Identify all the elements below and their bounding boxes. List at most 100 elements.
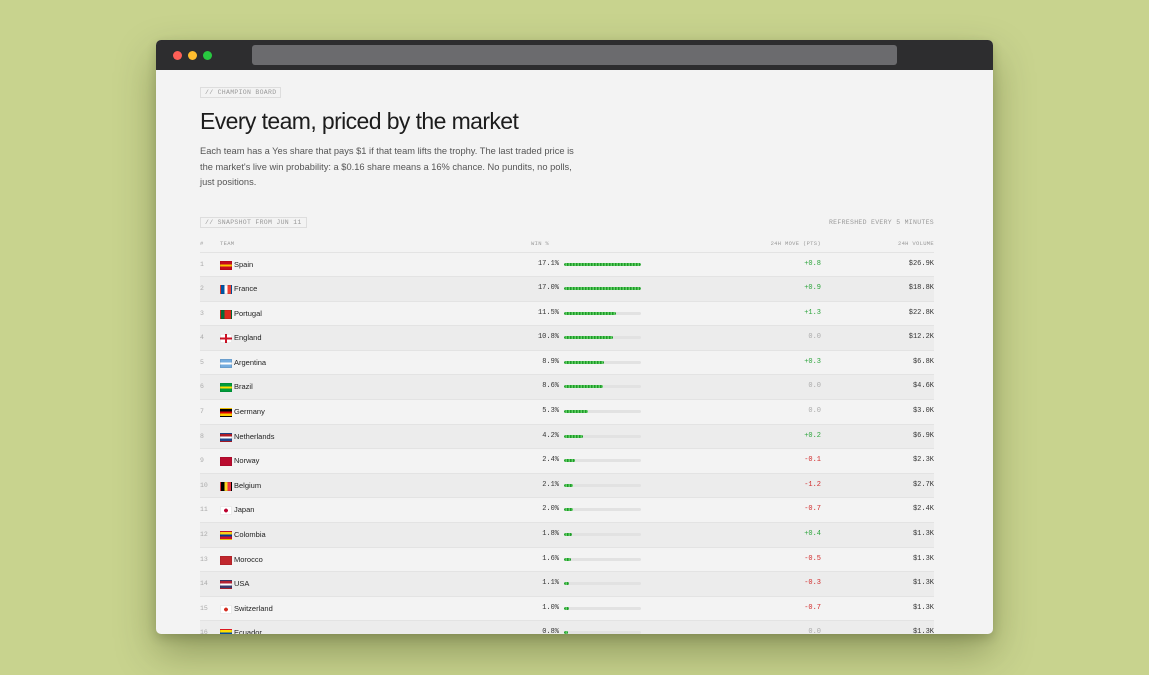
table-row[interactable]: 14 USA 1.1% -0.3 $1.3K xyxy=(200,572,934,597)
price-move: -0.3 xyxy=(804,579,821,588)
snapshot-tag: // SNAPSHOT FROM JUN 11 xyxy=(200,216,307,228)
table-row[interactable]: 7 Germany 5.3% 0.0 $3.0K xyxy=(200,400,934,425)
team-name[interactable]: Japan xyxy=(234,505,254,514)
table-row[interactable]: 9 Norway 2.4% -0.1 $2.3K xyxy=(200,449,934,474)
table-row[interactable]: 12 Colombia 1.8% +0.4 $1.3K xyxy=(200,523,934,548)
maximize-window-button[interactable] xyxy=(203,51,212,60)
table-row[interactable]: 2 France 17.0% +0.9 $18.8K xyxy=(200,277,934,302)
team-name[interactable]: Portugal xyxy=(234,309,262,318)
win-probability-bar xyxy=(564,533,641,537)
row-rank: 6 xyxy=(200,383,204,391)
team-name[interactable]: France xyxy=(234,284,257,293)
team-name[interactable]: Ecuador xyxy=(234,628,262,634)
team-name[interactable]: USA xyxy=(234,579,249,588)
flag-icon xyxy=(220,506,232,516)
win-percentage: 2.4% xyxy=(542,456,559,465)
team-name[interactable]: Netherlands xyxy=(234,432,274,441)
price-move: +0.4 xyxy=(804,530,821,539)
table-row[interactable]: 3 Portugal 11.5% +1.3 $22.8K xyxy=(200,302,934,327)
volume: $3.0K xyxy=(912,407,934,416)
volume: $1.3K xyxy=(912,603,934,612)
col-team[interactable]: TEAM xyxy=(220,240,234,247)
flag-icon xyxy=(220,580,232,590)
flag-icon xyxy=(220,260,232,270)
volume: $2.4K xyxy=(912,505,934,514)
row-rank: 8 xyxy=(200,432,204,440)
win-probability-bar-fill xyxy=(564,508,573,512)
win-percentage: 8.9% xyxy=(542,357,559,366)
win-percentage: 4.2% xyxy=(542,431,559,440)
team-name[interactable]: Germany xyxy=(234,407,265,416)
table-row[interactable]: 15 Switzerland 1.0% -0.7 $1.3K xyxy=(200,597,934,622)
team-name[interactable]: Belgium xyxy=(234,481,261,490)
table-row[interactable]: 5 Argentina 8.9% +0.3 $6.8K xyxy=(200,351,934,376)
volume: $6.9K xyxy=(912,431,934,440)
win-percentage: 1.0% xyxy=(542,603,559,612)
price-move: -1.2 xyxy=(804,480,821,489)
win-probability-bar xyxy=(564,483,641,487)
flag-icon xyxy=(220,383,232,393)
table-row[interactable]: 13 Morocco 1.6% -0.5 $1.3K xyxy=(200,548,934,573)
table-row[interactable]: 1 Spain 17.1% +0.8 $26.9K xyxy=(200,253,934,278)
win-percentage: 17.1% xyxy=(537,259,559,268)
win-probability-bar xyxy=(564,606,641,610)
table-row[interactable]: 10 Belgium 2.1% -1.2 $2.7K xyxy=(200,473,934,499)
win-probability-bar xyxy=(564,508,641,512)
win-percentage: 2.1% xyxy=(542,480,559,489)
team-name[interactable]: Colombia xyxy=(234,530,266,539)
row-rank: 12 xyxy=(200,531,208,539)
table-header: # TEAM WIN % 24H MOVE (PTS) 24H VOLUME xyxy=(200,232,934,253)
win-probability-bar-fill xyxy=(564,287,641,291)
table-row[interactable]: 6 Brazil 8.6% 0.0 $4.6K xyxy=(200,375,934,401)
win-probability-bar xyxy=(564,385,641,389)
flag-icon xyxy=(220,629,232,634)
volume: $26.9K xyxy=(908,259,934,268)
volume: $6.8K xyxy=(912,357,934,366)
volume: $1.3K xyxy=(912,554,934,563)
row-rank: 3 xyxy=(200,309,204,317)
volume: $22.8K xyxy=(908,308,934,317)
col-volume[interactable]: 24H VOLUME xyxy=(898,240,934,247)
team-name[interactable]: Switzerland xyxy=(234,604,273,613)
table-row[interactable]: 8 Netherlands 4.2% +0.2 $6.9K xyxy=(200,424,934,450)
minimize-window-button[interactable] xyxy=(188,51,197,60)
col-win[interactable]: WIN % xyxy=(531,240,549,247)
team-name[interactable]: Morocco xyxy=(234,555,263,564)
team-name[interactable]: Argentina xyxy=(234,358,266,367)
flag-icon xyxy=(220,358,232,368)
price-move: +0.3 xyxy=(804,357,821,366)
team-name[interactable]: Brazil xyxy=(234,382,253,391)
win-percentage: 17.0% xyxy=(537,284,559,293)
flag-icon xyxy=(220,432,232,442)
volume: $2.7K xyxy=(912,480,934,489)
row-rank: 1 xyxy=(200,260,204,268)
win-probability-bar-fill xyxy=(564,483,574,487)
win-percentage: 5.3% xyxy=(542,407,559,416)
row-rank: 10 xyxy=(200,481,208,489)
address-bar[interactable] xyxy=(252,45,897,65)
row-rank: 14 xyxy=(200,580,208,588)
win-percentage: 11.5% xyxy=(537,308,559,317)
win-probability-bar-fill xyxy=(564,385,603,389)
win-probability-bar-fill xyxy=(564,434,583,438)
close-window-button[interactable] xyxy=(173,51,182,60)
team-name[interactable]: England xyxy=(234,333,262,342)
price-move: 0.0 xyxy=(808,333,821,342)
win-probability-bar xyxy=(564,434,641,438)
board-tag: // CHAMPION BOARD xyxy=(200,87,282,98)
flag-icon xyxy=(220,555,232,565)
window-titlebar xyxy=(156,40,993,70)
win-percentage: 1.8% xyxy=(542,530,559,539)
table-row[interactable]: 16 Ecuador 0.8% 0.0 $1.3K xyxy=(200,621,934,634)
flag-icon xyxy=(220,334,232,344)
table-row[interactable]: 4 England 10.8% 0.0 $12.2K xyxy=(200,326,934,351)
col-move[interactable]: 24H MOVE (PTS) xyxy=(771,240,821,247)
win-percentage: 1.6% xyxy=(542,554,559,563)
flag-icon xyxy=(220,285,232,295)
win-percentage: 2.0% xyxy=(542,505,559,514)
win-probability-bar-fill xyxy=(564,582,569,586)
team-name[interactable]: Spain xyxy=(234,260,253,269)
team-name[interactable]: Norway xyxy=(234,456,259,465)
win-probability-bar-fill xyxy=(564,606,569,610)
table-row[interactable]: 11 Japan 2.0% -0.7 $2.4K xyxy=(200,498,934,524)
